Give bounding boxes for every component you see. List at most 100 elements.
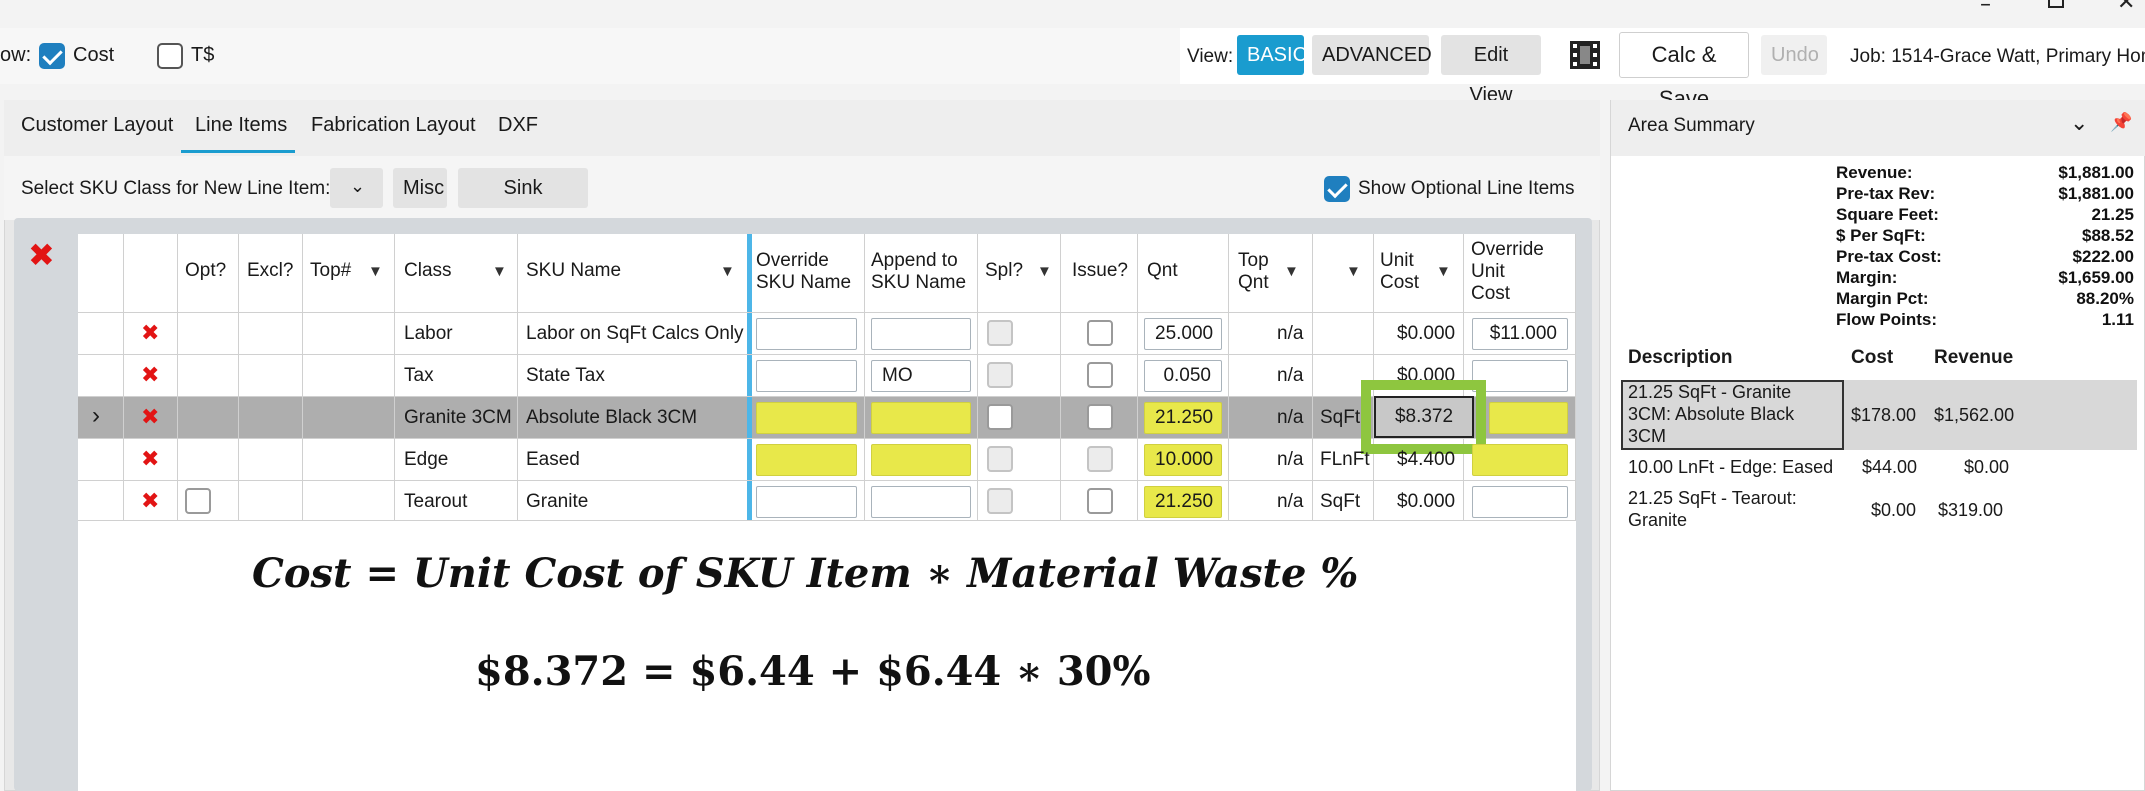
- metric-label: $ Per SqFt:: [1836, 226, 1926, 245]
- filter-icon[interactable]: ▼: [1284, 263, 1299, 280]
- col-header-excl[interactable]: Excl?: [247, 260, 293, 282]
- sku-class-dropdown[interactable]: ⌄: [330, 168, 383, 208]
- calc-save-button[interactable]: Calc & Save: [1619, 32, 1749, 111]
- override-sku-input[interactable]: [756, 360, 857, 392]
- append-sku-input[interactable]: [871, 486, 971, 518]
- spl-checkbox[interactable]: [987, 446, 1013, 472]
- col-header-top-qnt-2[interactable]: Qnt: [1238, 272, 1269, 294]
- metric-label: Pre-tax Rev:: [1836, 184, 1936, 203]
- qnt-input[interactable]: 21.250: [1144, 402, 1222, 434]
- row-top-qnt: n/a: [1277, 491, 1304, 512]
- maximize-icon[interactable]: [2048, 0, 2064, 8]
- filter-icon[interactable]: ▼: [1346, 263, 1361, 280]
- spl-checkbox[interactable]: [987, 488, 1013, 514]
- col-header-override-sku-2[interactable]: SKU Name: [756, 272, 851, 294]
- row-unit-cost: $0.000: [1397, 323, 1456, 344]
- col-header-qnt[interactable]: Qnt: [1147, 260, 1178, 282]
- col-header-override-unit-3[interactable]: Cost: [1471, 283, 1510, 305]
- delete-row-icon[interactable]: ✖: [141, 404, 159, 430]
- metric-label: Revenue:: [1836, 163, 1913, 182]
- spl-checkbox[interactable]: [987, 320, 1013, 346]
- tab-customer-layout[interactable]: Customer Layout: [21, 114, 173, 137]
- unit-cost-selected-cell[interactable]: $8.372: [1374, 396, 1474, 438]
- col-header-opt[interactable]: Opt?: [185, 260, 226, 282]
- row-unit: SqFt: [1320, 491, 1361, 512]
- sink-location-button[interactable]: Sink Location: [458, 168, 588, 239]
- opt-checkbox[interactable]: [185, 488, 211, 514]
- qnt-input[interactable]: 10.000: [1144, 444, 1222, 476]
- append-sku-input[interactable]: [871, 444, 971, 476]
- film-icon[interactable]: [1569, 40, 1601, 70]
- qnt-input[interactable]: 21.250: [1144, 486, 1222, 518]
- override-sku-input[interactable]: [756, 444, 857, 476]
- row-top-qnt: n/a: [1277, 323, 1304, 344]
- qnt-input[interactable]: 25.000: [1144, 318, 1222, 350]
- metric-label: Pre-tax Cost:: [1836, 247, 1942, 266]
- row-top-qnt: n/a: [1277, 365, 1304, 386]
- job-info: Job: 1514-Grace Watt, Primary Home: [1850, 46, 2145, 67]
- tab-fabrication-layout[interactable]: Fabrication Layout: [311, 114, 476, 137]
- col-header-top-qnt-1[interactable]: Top: [1238, 250, 1269, 272]
- delete-row-icon[interactable]: ✖: [141, 446, 159, 472]
- delete-row-icon[interactable]: ✖: [141, 488, 159, 514]
- cost-checkbox[interactable]: [39, 43, 65, 69]
- override-sku-input[interactable]: [756, 486, 857, 518]
- append-sku-input[interactable]: MO: [871, 360, 971, 392]
- override-unit-cost-input[interactable]: $11.000: [1472, 318, 1568, 350]
- ts-checkbox[interactable]: [157, 43, 183, 69]
- undo-button[interactable]: Undo: [1761, 35, 1827, 75]
- tab-dxf[interactable]: DXF: [498, 114, 538, 137]
- override-unit-cost-input[interactable]: [1472, 486, 1568, 518]
- append-sku-input[interactable]: [871, 402, 971, 434]
- row-class: Edge: [404, 449, 449, 470]
- override-unit-cost-input[interactable]: [1472, 444, 1568, 476]
- col-header-top-num[interactable]: Top#: [310, 260, 351, 282]
- col-header-unit-cost-1[interactable]: Unit: [1380, 250, 1414, 272]
- col-header-sku-name[interactable]: SKU Name: [526, 260, 621, 282]
- issue-checkbox[interactable]: [1087, 446, 1113, 472]
- chevron-down-icon[interactable]: ⌄: [2070, 110, 2088, 136]
- issue-checkbox[interactable]: [1087, 362, 1113, 388]
- col-header-override-unit-2[interactable]: Unit: [1471, 261, 1505, 283]
- filter-icon[interactable]: ▼: [720, 263, 735, 280]
- qnt-input[interactable]: 0.050: [1144, 360, 1222, 392]
- col-header-override-sku-1[interactable]: Override: [756, 250, 829, 272]
- col-header-spl[interactable]: Spl?: [985, 260, 1023, 282]
- advanced-view-button[interactable]: ADVANCED: [1312, 35, 1432, 75]
- filter-icon[interactable]: ▼: [492, 263, 507, 280]
- delete-row-icon[interactable]: ✖: [141, 320, 159, 346]
- col-header-class[interactable]: Class: [404, 260, 452, 282]
- delete-row-icon[interactable]: ✖: [141, 362, 159, 388]
- tab-line-items[interactable]: Line Items: [195, 114, 287, 137]
- misc-button[interactable]: Misc: [393, 168, 447, 208]
- basic-view-button[interactable]: BASIC: [1237, 35, 1307, 75]
- col-header-override-unit-1[interactable]: Override: [1471, 239, 1544, 261]
- override-sku-input[interactable]: [756, 402, 857, 434]
- filter-icon[interactable]: ▼: [1037, 263, 1052, 280]
- filter-icon[interactable]: ▼: [1436, 263, 1451, 280]
- minimize-icon[interactable]: –: [1980, 0, 1991, 17]
- spl-checkbox[interactable]: [987, 362, 1013, 388]
- issue-checkbox[interactable]: [1087, 404, 1113, 430]
- col-header-issue[interactable]: Issue?: [1072, 260, 1128, 282]
- override-unit-cost-input[interactable]: [1472, 360, 1568, 392]
- title-bar: [0, 0, 2145, 14]
- override-unit-cost-input[interactable]: [1489, 402, 1568, 434]
- close-icon[interactable]: ✕: [2117, 0, 2135, 15]
- filter-icon[interactable]: ▼: [368, 263, 383, 280]
- row-expander-icon[interactable]: ›: [92, 402, 100, 430]
- override-sku-input[interactable]: [756, 318, 857, 350]
- issue-checkbox[interactable]: [1087, 488, 1113, 514]
- delete-all-icon[interactable]: ✖: [28, 236, 55, 274]
- issue-checkbox[interactable]: [1087, 320, 1113, 346]
- metric-value: $1,881.00: [2058, 184, 2134, 203]
- edit-view-button[interactable]: Edit View: [1441, 35, 1541, 106]
- show-optional-checkbox[interactable]: [1324, 176, 1350, 202]
- spl-checkbox[interactable]: [987, 404, 1013, 430]
- row-sku-name: Granite: [526, 491, 589, 512]
- pin-icon[interactable]: 📌: [2110, 112, 2132, 133]
- col-header-append-sku-1[interactable]: Append to: [871, 250, 958, 272]
- append-sku-input[interactable]: [871, 318, 971, 350]
- col-header-unit-cost-2[interactable]: Cost: [1380, 272, 1419, 294]
- col-header-append-sku-2[interactable]: SKU Name: [871, 272, 966, 294]
